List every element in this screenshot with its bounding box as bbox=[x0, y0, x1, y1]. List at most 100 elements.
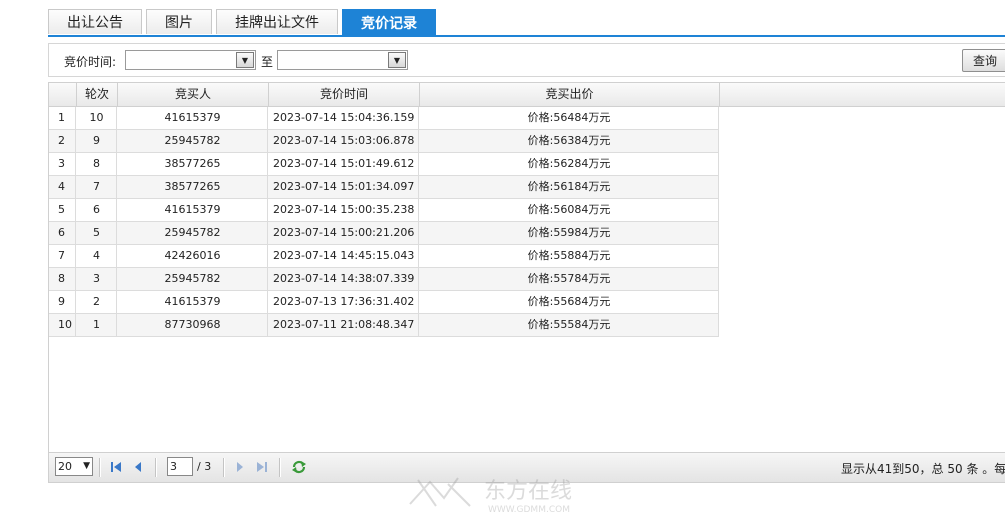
bid-time-cell: 2023-07-14 15:00:21.206 bbox=[269, 222, 419, 244]
bid-price-cell: 价格:56084万元 bbox=[420, 199, 719, 221]
bid-time-cell: 2023-07-14 14:38:07.339 bbox=[269, 268, 419, 290]
bid-records-grid: 轮次 竞买人 竞价时间 竞买出价 1 10 41615379 2023-07-14 1… bbox=[48, 82, 1005, 453]
watermark-text: 东方在线 bbox=[484, 479, 572, 504]
bid-time-cell: 2023-07-14 15:01:34.097 bbox=[269, 176, 419, 198]
row-index-cell: 8 bbox=[49, 268, 76, 290]
round-cell: 9 bbox=[77, 130, 117, 152]
total-pages: / 3 bbox=[197, 460, 212, 473]
to-label: 至 bbox=[261, 55, 274, 69]
bidder-cell: 87730968 bbox=[118, 314, 268, 336]
bid-price-cell: 价格:55984万元 bbox=[420, 222, 719, 244]
header-bidder[interactable]: 竞买人 bbox=[118, 83, 269, 106]
header-bid-time[interactable]: 竞价时间 bbox=[269, 83, 420, 106]
round-cell: 6 bbox=[77, 199, 117, 221]
round-cell: 10 bbox=[77, 107, 117, 129]
round-cell: 3 bbox=[77, 268, 117, 290]
bid-price-cell: 价格:55684万元 bbox=[420, 291, 719, 313]
bidder-cell: 41615379 bbox=[118, 199, 268, 221]
tab-images[interactable]: 图片 bbox=[146, 9, 212, 34]
refresh-icon[interactable] bbox=[291, 459, 307, 475]
bidder-cell: 25945782 bbox=[118, 268, 268, 290]
chevron-down-icon[interactable]: ▼ bbox=[236, 52, 254, 68]
page-size-select[interactable]: 20 ▼ bbox=[55, 457, 93, 476]
bid-price-cell: 价格:55884万元 bbox=[420, 245, 719, 267]
bid-time-cell: 2023-07-14 15:04:36.159 bbox=[269, 107, 419, 129]
row-index-cell: 4 bbox=[49, 176, 76, 198]
end-time-select[interactable]: ▼ bbox=[277, 50, 408, 70]
bid-time-cell: 2023-07-14 15:01:49.612 bbox=[269, 153, 419, 175]
pager-separator bbox=[223, 458, 225, 477]
row-index-cell: 2 bbox=[49, 130, 76, 152]
bid-time-cell: 2023-07-13 17:36:31.402 bbox=[269, 291, 419, 313]
filter-bar: 竞价时间: ▼ 至 ▼ 查询 bbox=[48, 43, 1005, 77]
tab-announcement[interactable]: 出让公告 bbox=[48, 9, 142, 34]
bid-time-cell: 2023-07-14 14:45:15.043 bbox=[269, 245, 419, 267]
table-row[interactable]: 9 2 41615379 2023-07-13 17:36:31.402 价格:5568… bbox=[49, 291, 719, 314]
pager-separator bbox=[99, 458, 101, 477]
header-index bbox=[49, 83, 77, 106]
start-time-select[interactable]: ▼ bbox=[125, 50, 256, 70]
prev-page-icon[interactable] bbox=[131, 459, 145, 475]
table-row[interactable]: 8 3 25945782 2023-07-14 14:38:07.339 价格:5578… bbox=[49, 268, 719, 291]
row-index-cell: 7 bbox=[49, 245, 76, 267]
chevron-down-icon[interactable]: ▼ bbox=[388, 52, 406, 68]
bid-price-cell: 价格:56184万元 bbox=[420, 176, 719, 198]
bidder-cell: 42426016 bbox=[118, 245, 268, 267]
tab-listing-documents[interactable]: 挂牌出让文件 bbox=[216, 9, 338, 34]
bid-time-cell: 2023-07-14 15:00:35.238 bbox=[269, 199, 419, 221]
table-row[interactable]: 10 1 87730968 2023-07-11 21:08:48.347 价格:555… bbox=[49, 314, 719, 337]
bid-price-cell: 价格:56484万元 bbox=[420, 107, 719, 129]
row-index-cell: 1 bbox=[49, 107, 76, 129]
table-row[interactable]: 3 8 38577265 2023-07-14 15:01:49.612 价格:5628… bbox=[49, 153, 719, 176]
round-cell: 8 bbox=[77, 153, 117, 175]
first-page-icon[interactable] bbox=[109, 459, 123, 475]
row-index-cell: 9 bbox=[49, 291, 76, 313]
table-row[interactable]: 7 4 42426016 2023-07-14 14:45:15.043 价格:5588… bbox=[49, 245, 719, 268]
round-cell: 1 bbox=[77, 314, 117, 336]
row-index-cell: 5 bbox=[49, 199, 76, 221]
page-size-value: 20 bbox=[58, 460, 72, 473]
record-count-info: 显示从41到50，总 50 条 。每 bbox=[841, 462, 1005, 476]
header-round[interactable]: 轮次 bbox=[77, 83, 118, 106]
bidder-cell: 41615379 bbox=[118, 291, 268, 313]
round-cell: 2 bbox=[77, 291, 117, 313]
tab-bar: 出让公告 图片 挂牌出让文件 竞价记录 bbox=[48, 9, 436, 36]
pager-separator bbox=[279, 458, 281, 477]
bidder-cell: 25945782 bbox=[118, 222, 268, 244]
grid-header: 轮次 竞买人 竞价时间 竞买出价 bbox=[49, 83, 1005, 107]
bid-price-cell: 价格:56284万元 bbox=[420, 153, 719, 175]
table-row[interactable]: 5 6 41615379 2023-07-14 15:00:35.238 价格:5608… bbox=[49, 199, 719, 222]
table-row[interactable]: 4 7 38577265 2023-07-14 15:01:34.097 价格:5618… bbox=[49, 176, 719, 199]
bid-price-cell: 价格:55584万元 bbox=[420, 314, 719, 336]
last-page-icon[interactable] bbox=[255, 459, 269, 475]
bid-time-cell: 2023-07-11 21:08:48.347 bbox=[269, 314, 419, 336]
bidder-cell: 41615379 bbox=[118, 107, 268, 129]
next-page-icon[interactable] bbox=[233, 459, 247, 475]
row-index-cell: 3 bbox=[49, 153, 76, 175]
row-index-cell: 6 bbox=[49, 222, 76, 244]
row-index-cell: 10 bbox=[49, 314, 76, 336]
bidder-cell: 38577265 bbox=[118, 176, 268, 198]
round-cell: 7 bbox=[77, 176, 117, 198]
bid-time-cell: 2023-07-14 15:03:06.878 bbox=[269, 130, 419, 152]
tab-bid-records[interactable]: 竞价记录 bbox=[342, 9, 436, 36]
tab-underline bbox=[48, 35, 1005, 37]
table-row[interactable]: 2 9 25945782 2023-07-14 15:03:06.878 价格:5638… bbox=[49, 130, 719, 153]
bid-price-cell: 价格:56384万元 bbox=[420, 130, 719, 152]
watermark-logo: 东方在线 WWW.GDMM.COM bbox=[400, 470, 610, 515]
bidder-cell: 38577265 bbox=[118, 153, 268, 175]
bid-price-cell: 价格:55784万元 bbox=[420, 268, 719, 290]
header-bid-price[interactable]: 竞买出价 bbox=[420, 83, 720, 106]
bidder-cell: 25945782 bbox=[118, 130, 268, 152]
query-button[interactable]: 查询 bbox=[962, 49, 1005, 72]
current-page-input[interactable]: 3 bbox=[167, 457, 193, 476]
round-cell: 4 bbox=[77, 245, 117, 267]
table-row[interactable]: 1 10 41615379 2023-07-14 15:04:36.159 价格:564… bbox=[49, 107, 719, 130]
watermark-image: 东方在线 WWW.GDMM.COM bbox=[409, 477, 572, 515]
pager-separator bbox=[155, 458, 157, 477]
round-cell: 5 bbox=[77, 222, 117, 244]
watermark-url: WWW.GDMM.COM bbox=[488, 505, 570, 514]
table-row[interactable]: 6 5 25945782 2023-07-14 15:00:21.206 价格:5598… bbox=[49, 222, 719, 245]
bid-time-label: 竞价时间: bbox=[64, 55, 117, 69]
chevron-down-icon: ▼ bbox=[83, 461, 90, 471]
